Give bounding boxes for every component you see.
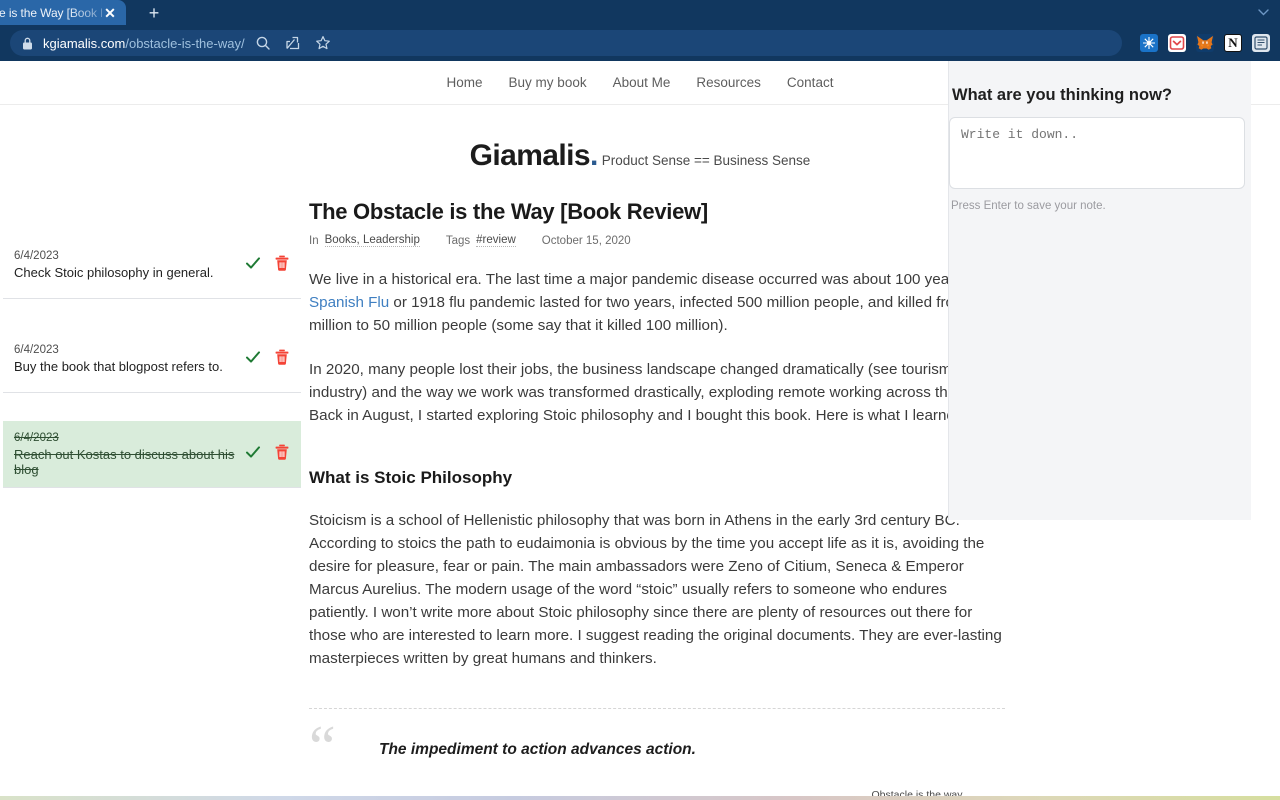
post-meta-date: October 15, 2020 bbox=[541, 234, 631, 247]
note-actions bbox=[244, 421, 301, 461]
spanish-flu-link[interactable]: Spanish Flu bbox=[309, 294, 389, 311]
metamask-extension-icon[interactable] bbox=[1196, 34, 1214, 52]
post-paragraph-2: In 2020, many people lost their jobs, th… bbox=[309, 361, 1002, 425]
note-actions bbox=[244, 326, 301, 366]
note-text: Reach out Kostas to discuss about his bl… bbox=[14, 446, 235, 477]
nav-item-home[interactable]: Home bbox=[447, 75, 483, 90]
tab-strip: acle is the Way [Book Re ✕ + bbox=[0, 0, 1280, 25]
quote-text: The impediment to action advances action… bbox=[379, 741, 696, 759]
url-host: kgiamalis.com bbox=[43, 35, 126, 51]
quote-mark-icon: “ bbox=[309, 714, 336, 781]
note-content: 6/4/2023 Check Stoic philosophy in gener… bbox=[3, 250, 244, 280]
browser-tab-active[interactable]: acle is the Way [Book Re ✕ bbox=[0, 0, 126, 25]
browser-toolbar: kgiamalis.com/obstacle-is-the-way/ N bbox=[0, 25, 1280, 61]
list-item[interactable]: 6/4/2023 Buy the book that blogpost refe… bbox=[3, 326, 301, 393]
trash-icon[interactable] bbox=[273, 348, 291, 366]
bookmark-star-icon[interactable] bbox=[315, 35, 331, 51]
reader-extension-icon[interactable] bbox=[1252, 34, 1270, 52]
check-icon[interactable] bbox=[244, 443, 262, 461]
note-actions bbox=[244, 232, 301, 272]
note-input-hint: Press Enter to save your note. bbox=[951, 200, 1106, 212]
page-title: The Obstacle is the Way [Book Review] bbox=[309, 199, 708, 224]
note-date: 6/4/2023 bbox=[14, 431, 59, 444]
paragraph-1-part-b: or 1918 flu pandemic lasted for two year… bbox=[309, 294, 988, 335]
brand-tagline: Product Sense == Business Sense bbox=[601, 153, 811, 168]
post-meta-in-label: In bbox=[309, 234, 319, 247]
share-icon[interactable] bbox=[285, 35, 301, 51]
post-meta: In Books, Leadership Tags #review Octobe… bbox=[309, 234, 1005, 247]
book-image-top-edge bbox=[0, 796, 1280, 800]
blockquote: “ The impediment to action advances acti… bbox=[309, 714, 1005, 781]
check-icon[interactable] bbox=[244, 348, 262, 366]
new-tab-button[interactable]: + bbox=[140, 0, 168, 25]
notes-panel-title: What are you thinking now? bbox=[952, 86, 1172, 104]
note-input[interactable] bbox=[949, 117, 1245, 189]
address-bar[interactable]: kgiamalis.com/obstacle-is-the-way/ bbox=[10, 30, 1122, 56]
note-text: Check Stoic philosophy in general. bbox=[14, 265, 214, 280]
note-date: 6/4/2023 bbox=[14, 250, 59, 262]
chevron-down-icon[interactable] bbox=[1246, 0, 1280, 25]
note-text: Buy the book that blogpost refers to. bbox=[14, 359, 223, 374]
nav-item-about-me[interactable]: About Me bbox=[613, 75, 671, 90]
post-meta-tag[interactable]: #review bbox=[476, 234, 516, 247]
url-text: kgiamalis.com/obstacle-is-the-way/ bbox=[43, 36, 245, 51]
lock-icon bbox=[22, 37, 33, 50]
list-item[interactable]: 6/4/2023 Check Stoic philosophy in gener… bbox=[3, 232, 301, 299]
post-paragraph-3: Stoicism is a school of Hellenistic phil… bbox=[309, 511, 1002, 668]
paragraph-1-part-a: We live in a historical era. The last ti… bbox=[309, 271, 996, 288]
notion-extension-icon[interactable]: N bbox=[1224, 34, 1242, 52]
brand-name: Giamalis bbox=[469, 139, 591, 172]
post-paragraph-1: We live in a historical era. The last ti… bbox=[309, 268, 1005, 337]
check-icon[interactable] bbox=[244, 254, 262, 272]
post-meta-tags-label: Tags bbox=[445, 234, 471, 247]
note-content: 6/4/2023 Buy the book that blogpost refe… bbox=[3, 344, 244, 374]
note-content: 6/4/2023 Reach out Kostas to discuss abo… bbox=[3, 432, 244, 477]
post-meta-categories[interactable]: Books, Leadership bbox=[324, 234, 420, 247]
tab-title: acle is the Way [Book Re bbox=[0, 5, 102, 20]
trash-icon[interactable] bbox=[273, 254, 291, 272]
extension-icons: N bbox=[1130, 34, 1270, 52]
nav-item-resources[interactable]: Resources bbox=[696, 75, 761, 90]
close-icon[interactable]: ✕ bbox=[102, 6, 118, 20]
nav-item-buy-my-book[interactable]: Buy my book bbox=[509, 75, 587, 90]
notes-panel: What are you thinking now? Press Enter t… bbox=[948, 61, 1251, 520]
pocket-extension-icon[interactable] bbox=[1168, 34, 1186, 52]
nav-item-contact[interactable]: Contact bbox=[787, 75, 834, 90]
brand-dot: . bbox=[589, 139, 598, 172]
sparkle-extension-icon[interactable] bbox=[1140, 34, 1158, 52]
post-heading-stoic-philosophy: What is Stoic Philosophy bbox=[309, 467, 513, 487]
browser-window: acle is the Way [Book Re ✕ + kgiamalis.c… bbox=[0, 0, 1280, 800]
note-date: 6/4/2023 bbox=[14, 344, 59, 356]
section-divider bbox=[309, 708, 1005, 710]
list-item[interactable]: 6/4/2023 Reach out Kostas to discuss abo… bbox=[3, 421, 301, 488]
search-icon[interactable] bbox=[255, 35, 271, 51]
post-article: The Obstacle is the Way [Book Review] In… bbox=[309, 199, 1005, 800]
url-path: /obstacle-is-the-way/ bbox=[125, 35, 245, 51]
trash-icon[interactable] bbox=[273, 443, 291, 461]
omnibox-actions bbox=[255, 35, 331, 51]
